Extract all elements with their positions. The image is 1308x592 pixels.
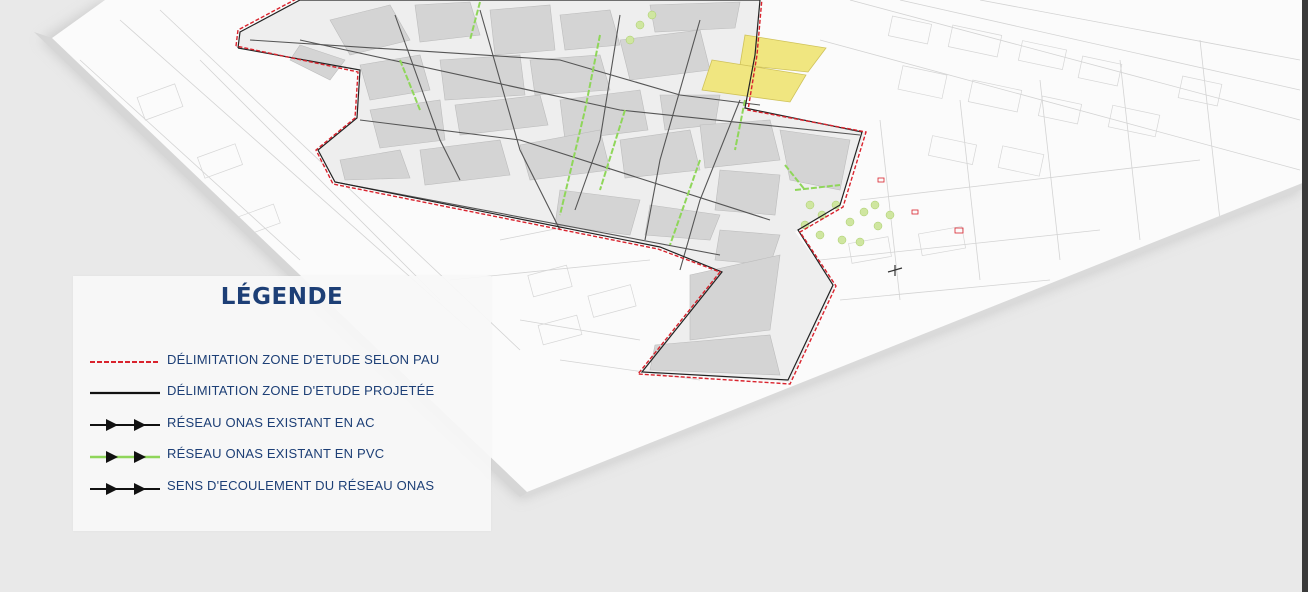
legend-item-label: SENS D'ECOULEMENT DU RÉSEAU ONAS — [167, 478, 435, 493]
legend-item-pvc-network: RÉSEAU ONAS EXISTANT EN PVC — [73, 443, 491, 467]
legend-item-label: DÉLIMITATION ZONE D'ETUDE SELON PAU — [167, 352, 440, 367]
red-dashed-line-icon — [90, 361, 160, 363]
legend-item-flow-direction: SENS D'ECOULEMENT DU RÉSEAU ONAS — [73, 475, 491, 499]
window-edge — [1302, 0, 1308, 592]
legend-item-pau-boundary: DÉLIMITATION ZONE D'ETUDE SELON PAU — [73, 349, 491, 373]
legend-item-ac-network: RÉSEAU ONAS EXISTANT EN AC — [73, 412, 491, 436]
legend-title: LÉGENDE — [220, 284, 344, 310]
legend-item-label: DÉLIMITATION ZONE D'ETUDE PROJETÉE — [167, 383, 435, 398]
legend-item-projected-boundary: DÉLIMITATION ZONE D'ETUDE PROJETÉE — [73, 380, 491, 404]
green-arrow-line-icon — [90, 451, 160, 463]
legend-item-label: RÉSEAU ONAS EXISTANT EN AC — [167, 415, 375, 430]
legend-item-label: RÉSEAU ONAS EXISTANT EN PVC — [167, 446, 385, 461]
legend-panel: LÉGENDE DÉLIMITATION ZONE D'ETUDE SELON … — [73, 276, 491, 531]
flow-arrow-icon — [90, 483, 160, 495]
black-solid-line-icon — [90, 391, 160, 395]
black-arrow-line-icon — [90, 419, 160, 431]
